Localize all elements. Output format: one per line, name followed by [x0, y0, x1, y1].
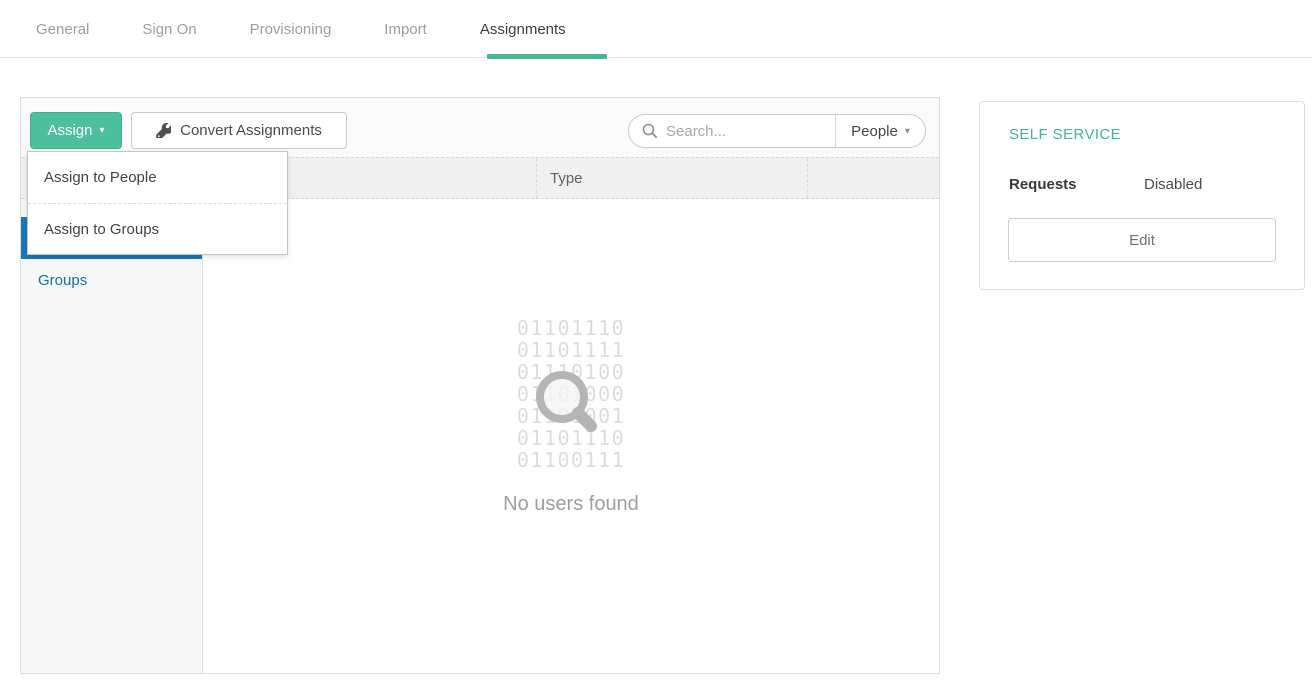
wrench-icon: [156, 123, 171, 138]
tab-sign-on[interactable]: Sign On: [142, 21, 196, 38]
assignments-toolbar: Assign ▾ Convert Assignments People ▾: [21, 98, 939, 157]
self-service-panel: SELF SERVICE Requests Disabled Edit: [979, 101, 1305, 290]
requests-status-value: Disabled: [1144, 176, 1202, 193]
tab-assignments[interactable]: Assignments: [480, 21, 566, 38]
convert-assignments-label: Convert Assignments: [180, 122, 322, 139]
assign-dropdown-menu: Assign to People Assign to Groups: [27, 151, 288, 255]
empty-message: No users found: [203, 493, 939, 516]
tab-import[interactable]: Import: [384, 21, 427, 38]
requests-label: Requests: [1009, 176, 1077, 193]
search-box: [629, 115, 835, 147]
tab-general[interactable]: General: [36, 21, 89, 38]
people-filter-label: People: [851, 123, 898, 140]
empty-state: 01101110 01101111 01110100 01101000 0110…: [203, 199, 939, 673]
tab-bar: General Sign On Provisioning Import Assi…: [36, 14, 566, 44]
menu-item-assign-to-people[interactable]: Assign to People: [28, 152, 287, 203]
chevron-down-icon: ▾: [905, 126, 910, 137]
assign-button-label: Assign: [47, 122, 92, 139]
edit-button[interactable]: Edit: [1008, 218, 1276, 262]
sidebar-item-groups[interactable]: Groups: [21, 259, 202, 301]
convert-assignments-button[interactable]: Convert Assignments: [131, 112, 347, 149]
search-input[interactable]: [666, 123, 826, 140]
self-service-title: SELF SERVICE: [1009, 126, 1121, 143]
column-header-type: Type: [536, 158, 807, 198]
column-header-extra: [807, 158, 939, 198]
active-tab-underline: [487, 54, 607, 59]
search-icon: [642, 123, 658, 139]
tab-provisioning[interactable]: Provisioning: [250, 21, 332, 38]
search-filter-group: People ▾: [628, 114, 926, 148]
chevron-down-icon: ▾: [100, 126, 105, 136]
assignment-type-sidebar: People Groups: [21, 199, 203, 673]
tab-bar-divider: [0, 57, 1312, 58]
magnifier-icon: [529, 367, 613, 451]
people-filter-dropdown[interactable]: People ▾: [835, 115, 925, 147]
menu-item-assign-to-groups[interactable]: Assign to Groups: [28, 203, 287, 254]
assign-button[interactable]: Assign ▾: [30, 112, 122, 149]
